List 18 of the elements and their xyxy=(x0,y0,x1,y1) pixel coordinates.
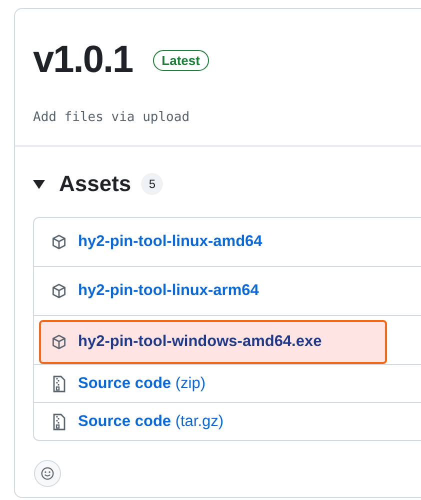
asset-link[interactable]: Source code (tar.gz) xyxy=(78,412,224,430)
asset-link[interactable]: hy2-pin-tool-windows-amd64.exe xyxy=(78,333,322,351)
package-icon xyxy=(51,234,67,250)
disclosure-triangle-icon[interactable] xyxy=(33,180,45,188)
commit-message: Add files via upload xyxy=(33,110,191,125)
add-reaction-button[interactable] xyxy=(34,460,61,487)
package-icon xyxy=(51,334,67,350)
asset-link[interactable]: hy2-pin-tool-linux-arm64 xyxy=(78,282,259,300)
latest-badge: Latest xyxy=(152,50,209,71)
zip-file-icon xyxy=(51,412,67,430)
smiley-icon xyxy=(41,465,54,482)
asset-link[interactable]: hy2-pin-tool-linux-amd64 xyxy=(78,233,262,251)
release-version: v1.0.1 xyxy=(33,39,133,82)
zip-file-icon xyxy=(51,374,67,392)
assets-heading: Assets xyxy=(59,171,132,197)
package-icon xyxy=(51,283,67,299)
assets-count: 5 xyxy=(141,173,164,195)
asset-link[interactable]: Source code (zip) xyxy=(78,374,206,392)
